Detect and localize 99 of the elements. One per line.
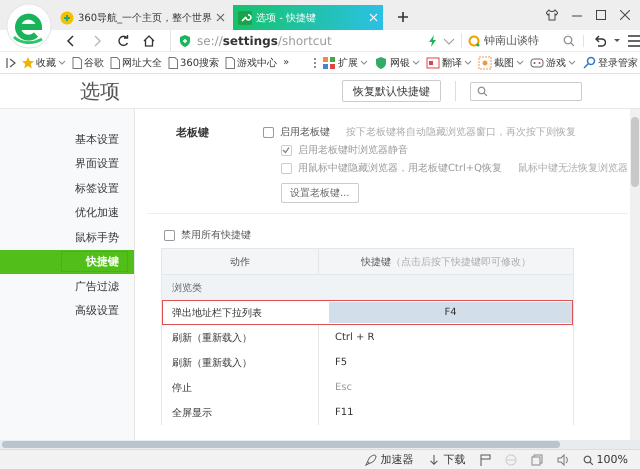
chevron-down-icon	[568, 60, 576, 65]
zoom-level[interactable]: 100%	[582, 453, 628, 466]
sidebar-item[interactable]: 标签设置	[0, 176, 134, 200]
sidebar-toggle-icon[interactable]	[6, 56, 16, 68]
option-hint: 鼠标中键无法恢复浏览器	[518, 162, 628, 175]
chevron-down-icon[interactable]	[442, 36, 455, 46]
table-cell-text: 弹出地址栏下拉列表	[171, 306, 263, 320]
zoom-icon	[582, 454, 593, 464]
extension-item[interactable]: 翻译	[426, 56, 472, 70]
screenshot-icon	[478, 56, 492, 70]
scrollbar-thumb[interactable]	[631, 117, 639, 187]
table-row[interactable]: 刷新（重新载入） F5	[162, 350, 573, 375]
option-label: 禁用所有快捷键	[181, 228, 251, 242]
reload-icon[interactable]	[117, 34, 129, 46]
home-icon[interactable]	[143, 34, 155, 46]
gamepad-icon	[530, 56, 544, 70]
section-heading: 老板键	[176, 125, 210, 141]
table-cell: 停止	[162, 375, 319, 400]
table-cell: 全屏显示	[162, 400, 319, 425]
download-icon	[428, 454, 440, 466]
apps-icon	[322, 56, 336, 70]
browser-tab[interactable]: 360导航_一个主页，整个世界	[55, 5, 230, 30]
speaker-icon[interactable]	[556, 454, 569, 466]
close-icon[interactable]	[216, 13, 226, 22]
status-item[interactable]: 加速器	[364, 452, 414, 467]
table-cell-text: F11	[334, 406, 354, 420]
more-bookmarks[interactable]: »	[283, 57, 290, 68]
search-box[interactable]: 钟南山谈特	[460, 33, 575, 48]
restore-defaults-button[interactable]: 恢复默认快捷键	[342, 80, 441, 102]
search-engine-icon	[468, 34, 480, 46]
page-title: 选项	[80, 78, 120, 104]
set-boss-key-button[interactable]: 设置老板键...	[280, 183, 358, 203]
shield-icon	[179, 34, 191, 46]
table-cell: 刷新（重新载入）	[162, 325, 319, 350]
sidebar-item[interactable]: 高级设置	[0, 298, 134, 323]
page-icon	[110, 56, 120, 68]
column-header: 动作	[162, 249, 319, 274]
table-row[interactable]: 刷新（重新载入） Ctrl + R	[162, 325, 573, 350]
extension-item[interactable]: 登录管家	[582, 56, 638, 70]
maximize-icon[interactable]	[596, 10, 606, 20]
search-icon[interactable]	[563, 34, 575, 46]
sidebar-item[interactable]: 鼠标手势	[0, 225, 134, 250]
star-icon	[22, 56, 34, 68]
shield-icon	[374, 56, 388, 70]
skin-icon[interactable]	[546, 9, 558, 21]
bookmark-item[interactable]: 收藏	[22, 56, 66, 70]
browser-logo-icon[interactable]	[6, 3, 52, 49]
menu-icon[interactable]	[628, 34, 640, 46]
shortcut-field[interactable]: F4	[329, 302, 572, 323]
tab-title: 360导航_一个主页，整个世界	[78, 12, 212, 24]
sidebar-item[interactable]: 广告过滤	[0, 274, 134, 298]
new-tab-icon[interactable]	[398, 12, 408, 22]
chevron-down-icon	[516, 60, 524, 65]
table-row[interactable]: 全屏显示 F11	[162, 400, 573, 425]
flag-icon[interactable]	[480, 454, 491, 466]
option-label: 启用老板键时浏览器静音	[298, 144, 408, 157]
page-icon	[225, 56, 236, 68]
table-cell: 刷新（重新载入）	[162, 350, 319, 375]
bookmark-item[interactable]: 360搜索	[168, 56, 220, 70]
sidebar-item[interactable]: 优化加速	[0, 200, 134, 225]
address-url: se://settings/shortcut	[197, 34, 333, 48]
table-cell-text: Esc	[334, 381, 354, 395]
chevron-down-icon	[360, 60, 368, 65]
column-header: 快捷键（点击后按下快捷键即可修改）	[360, 256, 532, 270]
lightning-icon[interactable]	[426, 34, 437, 46]
table-cell-text: F5	[334, 356, 348, 370]
checkbox[interactable]	[262, 126, 274, 138]
search-icon	[477, 86, 487, 96]
selected-row[interactable]: 弹出地址栏下拉列表 F4	[162, 300, 573, 325]
extension-item[interactable]: 网银	[374, 56, 420, 70]
close-icon[interactable]	[620, 10, 630, 20]
bookmark-item[interactable]: 游戏中心	[225, 56, 278, 70]
extension-item[interactable]: 游戏	[530, 56, 576, 70]
tab-title: 选项 - 快捷键	[256, 12, 318, 24]
page-icon	[72, 56, 82, 68]
table-cell-text: Ctrl + R	[334, 331, 376, 345]
option-hint: 按下老板键将自动隐藏浏览器窗口，再次按下则恢复	[346, 126, 576, 139]
page-icon	[168, 56, 178, 68]
extension-item[interactable]: 扩展	[322, 56, 368, 70]
search-field[interactable]	[470, 82, 582, 100]
option-label: 启用老板键	[280, 126, 330, 139]
option-label: 用鼠标中键隐藏浏览器，用老板键Ctrl+Q恢复	[298, 162, 502, 175]
caret-icon[interactable]	[614, 39, 620, 42]
bookmark-item[interactable]: 谷歌	[72, 56, 104, 70]
sidebar-item[interactable]: 界面设置	[0, 152, 134, 176]
checkbox[interactable]	[164, 230, 175, 240]
scrollbar-thumb[interactable]	[2, 441, 560, 448]
bookmark-item[interactable]: 网址大全	[110, 56, 162, 70]
chevron-down-icon	[464, 60, 472, 65]
sidebar-item[interactable]: 基本设置	[0, 127, 134, 152]
extension-item[interactable]: 截图	[478, 56, 524, 70]
search-text: 钟南山谈特	[484, 33, 540, 48]
window-icon[interactable]	[530, 454, 543, 466]
undo-icon[interactable]	[594, 34, 606, 46]
chevron-down-icon	[58, 60, 66, 65]
chevron-down-icon	[412, 60, 420, 65]
group-header: 浏览类	[162, 275, 573, 300]
checkmark-icon	[282, 146, 290, 154]
status-item[interactable]: 下载	[428, 452, 466, 467]
